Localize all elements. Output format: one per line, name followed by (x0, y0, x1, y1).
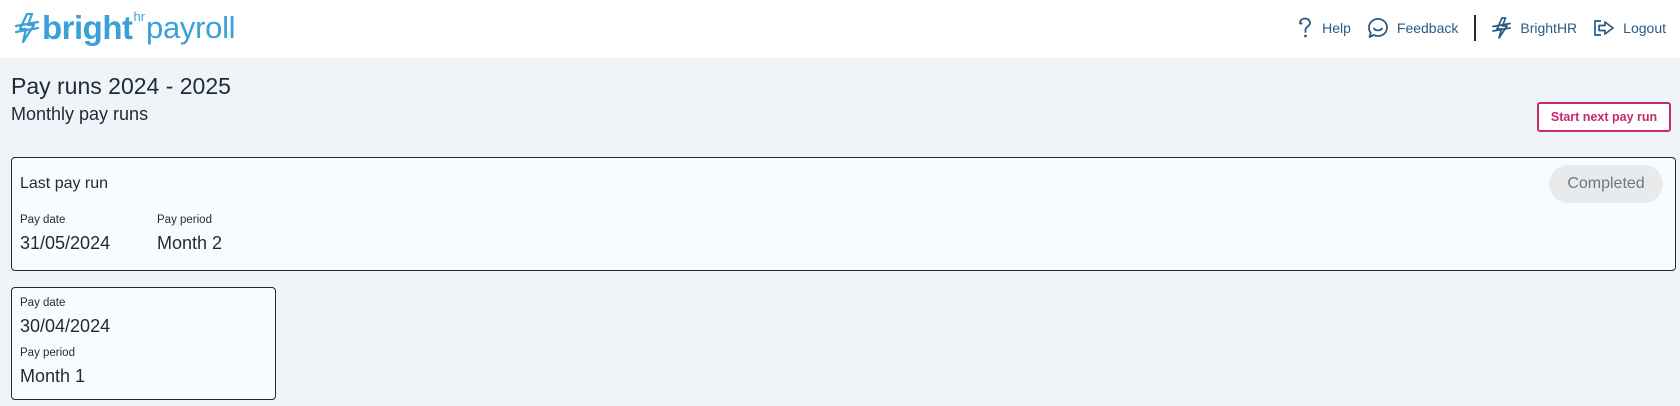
logout-link[interactable]: Logout (1593, 18, 1666, 38)
last-pay-run-title: Last pay run (20, 175, 109, 192)
brighthr-bolt-icon (14, 13, 40, 43)
help-icon (1296, 17, 1314, 39)
last-pay-run-card[interactable]: Last pay run Completed Pay date 31/05/20… (11, 157, 1676, 271)
help-link[interactable]: Help (1296, 17, 1351, 39)
feedback-label: Feedback (1396, 20, 1459, 36)
nav-divider (1474, 15, 1477, 41)
logo-bright-text: bright (42, 9, 133, 46)
pay-date-value: 30/04/2024 (20, 316, 111, 336)
brighthr-label: BrightHR (1520, 20, 1578, 36)
top-bar: bright hr payroll Help Feedback BrightHR… (0, 0, 1680, 58)
logout-label: Logout (1623, 20, 1666, 36)
logout-icon (1593, 18, 1615, 38)
logo-hr-text: hr (133, 8, 146, 24)
pay-period-label: Pay period (20, 347, 75, 359)
pay-date-label: Pay date (20, 297, 66, 309)
pay-period-value: Month 2 (157, 233, 223, 253)
pay-date-label: Pay date (20, 214, 66, 226)
status-badge: Completed (1549, 165, 1663, 203)
brighthr-link[interactable]: BrightHR (1492, 17, 1577, 39)
pay-period-value: Month 1 (20, 366, 86, 386)
start-next-pay-run-button[interactable]: Start next pay run (1537, 102, 1671, 132)
pay-date-value: 31/05/2024 (20, 233, 111, 253)
brighthr-payroll-logo[interactable]: bright hr payroll (14, 8, 236, 46)
logo-payroll-text: payroll (146, 10, 236, 45)
feedback-link[interactable]: Feedback (1367, 17, 1458, 39)
feedback-chat-icon (1367, 17, 1389, 39)
pay-period-label: Pay period (157, 214, 212, 226)
header-nav: Help Feedback BrightHR Logout (1296, 14, 1666, 42)
page-title: Pay runs 2024 - 2025 (11, 73, 231, 99)
help-label: Help (1322, 20, 1351, 36)
page-subtitle: Monthly pay runs (11, 104, 149, 124)
brighthr-bolt-icon (1492, 17, 1512, 39)
pay-run-card[interactable]: Pay date 30/04/2024 Pay period Month 1 (11, 287, 276, 400)
